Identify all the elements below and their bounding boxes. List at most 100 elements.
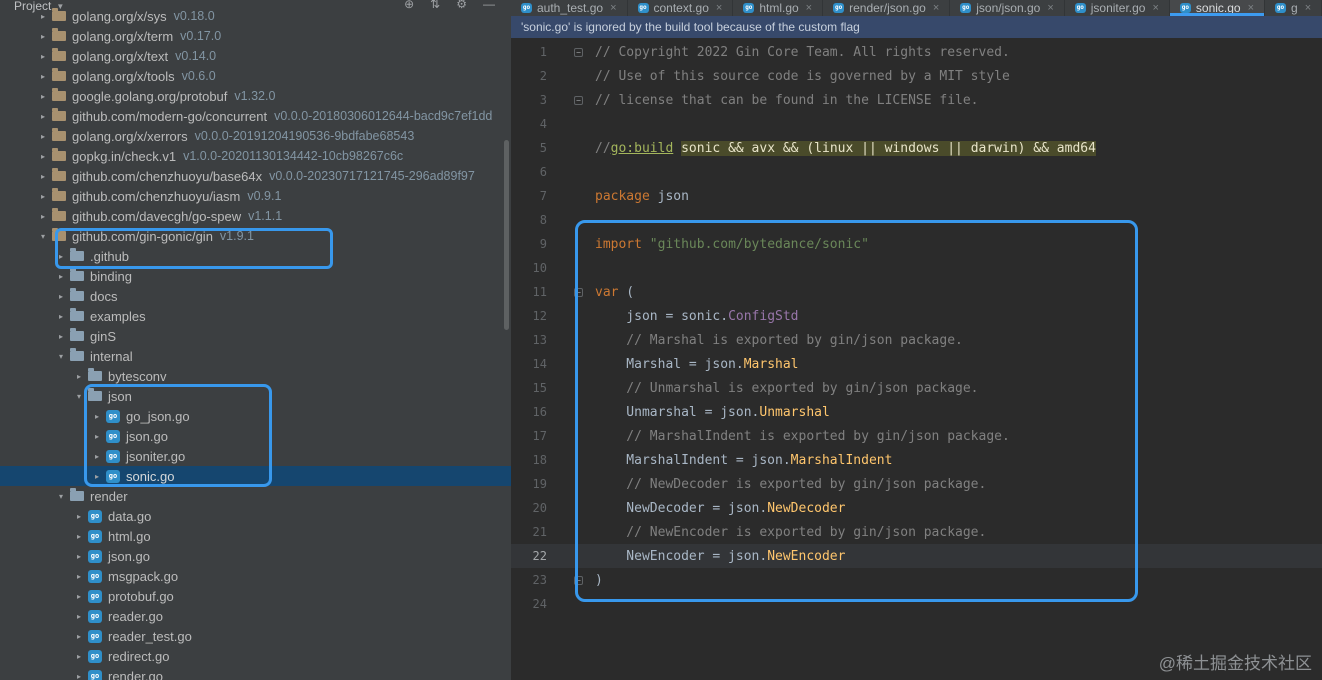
code-line-20[interactable]: 20 NewDecoder = json.NewDecoder bbox=[511, 496, 1322, 520]
chevron-right-icon[interactable]: ▸ bbox=[36, 132, 50, 141]
chevron-down-icon[interactable]: ▾ bbox=[54, 492, 68, 501]
tree-item-msgpack-go[interactable]: ▸ go msgpack.go bbox=[0, 566, 511, 586]
chevron-right-icon[interactable]: ▸ bbox=[36, 112, 50, 121]
tree-item-github-com-davecgh-go-spew[interactable]: ▸ github.com/davecgh/go-spew v1.1.1 bbox=[0, 206, 511, 226]
tree-item-github-com-modern-go-concurrent[interactable]: ▸ github.com/modern-go/concurrent v0.0.0-2… bbox=[0, 106, 511, 126]
code-line-23[interactable]: 23 −) bbox=[511, 568, 1322, 592]
chevron-right-icon[interactable]: ▸ bbox=[72, 672, 86, 680]
code-line-8[interactable]: 8 bbox=[511, 208, 1322, 232]
fold-icon[interactable]: − bbox=[574, 287, 583, 297]
fold-icon[interactable]: − bbox=[574, 575, 583, 585]
chevron-right-icon[interactable]: ▸ bbox=[36, 32, 50, 41]
line-number[interactable]: 14 bbox=[511, 357, 547, 371]
line-number[interactable]: 6 bbox=[511, 165, 547, 179]
chevron-right-icon[interactable]: ▸ bbox=[36, 212, 50, 221]
code-line-7[interactable]: 7 package json bbox=[511, 184, 1322, 208]
tree-item--github[interactable]: ▸ .github bbox=[0, 246, 511, 266]
chevron-right-icon[interactable]: ▸ bbox=[54, 312, 68, 321]
tree-item-render-go[interactable]: ▸ go render.go bbox=[0, 666, 511, 680]
chevron-right-icon[interactable]: ▸ bbox=[72, 532, 86, 541]
line-number[interactable]: 18 bbox=[511, 453, 547, 467]
code-line-6[interactable]: 6 bbox=[511, 160, 1322, 184]
settings-icon[interactable]: ⚙ bbox=[456, 0, 467, 11]
code-line-18[interactable]: 18 MarshalIndent = json.MarshalIndent bbox=[511, 448, 1322, 472]
tree-item-json-go[interactable]: ▸ go json.go bbox=[0, 546, 511, 566]
code-line-2[interactable]: 2 // Use of this source code is governed … bbox=[511, 64, 1322, 88]
line-number[interactable]: 21 bbox=[511, 525, 547, 539]
chevron-right-icon[interactable]: ▸ bbox=[36, 172, 50, 181]
chevron-right-icon[interactable]: ▸ bbox=[36, 92, 50, 101]
tree-item-redirect-go[interactable]: ▸ go redirect.go bbox=[0, 646, 511, 666]
collapse-all-icon[interactable]: ⇅ bbox=[430, 0, 440, 11]
line-number[interactable]: 7 bbox=[511, 189, 547, 203]
chevron-right-icon[interactable]: ▸ bbox=[72, 652, 86, 661]
tab-context-go[interactable]: go context.go × bbox=[628, 0, 734, 16]
line-number[interactable]: 15 bbox=[511, 381, 547, 395]
code-line-11[interactable]: 11 − var ( bbox=[511, 280, 1322, 304]
tab-render-json-go[interactable]: go render/json.go × bbox=[823, 0, 951, 16]
tree-item-internal[interactable]: ▾ internal bbox=[0, 346, 511, 366]
chevron-down-icon[interactable]: ▾ bbox=[54, 352, 68, 361]
tree-item-go-json-go[interactable]: ▸ go go_json.go bbox=[0, 406, 511, 426]
line-number[interactable]: 13 bbox=[511, 333, 547, 347]
fold-icon[interactable]: − bbox=[574, 95, 583, 105]
tree-item-json[interactable]: ▾ json bbox=[0, 386, 511, 406]
tree-item-sonic-go[interactable]: ▸ go sonic.go bbox=[0, 466, 511, 486]
chevron-right-icon[interactable]: ▸ bbox=[36, 192, 50, 201]
close-icon[interactable]: × bbox=[1248, 2, 1254, 14]
close-icon[interactable]: × bbox=[716, 2, 722, 14]
tree-item-golang-org-x-xerrors[interactable]: ▸ golang.org/x/xerrors v0.0.0-201912041905… bbox=[0, 126, 511, 146]
chevron-down-icon[interactable]: ▾ bbox=[72, 392, 86, 401]
chevron-right-icon[interactable]: ▸ bbox=[72, 572, 86, 581]
code-line-21[interactable]: 21 // NewEncoder is exported by gin/json… bbox=[511, 520, 1322, 544]
line-number[interactable]: 20 bbox=[511, 501, 547, 515]
line-number[interactable]: 17 bbox=[511, 429, 547, 443]
code-line-4[interactable]: 4 bbox=[511, 112, 1322, 136]
tree-item-protobuf-go[interactable]: ▸ go protobuf.go bbox=[0, 586, 511, 606]
chevron-right-icon[interactable]: ▸ bbox=[54, 292, 68, 301]
line-number[interactable]: 11 bbox=[511, 285, 547, 299]
tree-item-golang-org-x-tools[interactable]: ▸ golang.org/x/tools v0.6.0 bbox=[0, 66, 511, 86]
line-number[interactable]: 12 bbox=[511, 309, 547, 323]
close-icon[interactable]: × bbox=[806, 2, 812, 14]
tree-item-binding[interactable]: ▸ binding bbox=[0, 266, 511, 286]
chevron-right-icon[interactable]: ▸ bbox=[36, 152, 50, 161]
line-number[interactable]: 24 bbox=[511, 597, 547, 611]
code-line-19[interactable]: 19 // NewDecoder is exported by gin/json… bbox=[511, 472, 1322, 496]
tree-item-reader-test-go[interactable]: ▸ go reader_test.go bbox=[0, 626, 511, 646]
chevron-right-icon[interactable]: ▸ bbox=[72, 512, 86, 521]
chevron-right-icon[interactable]: ▸ bbox=[90, 472, 104, 481]
tree-item-html-go[interactable]: ▸ go html.go bbox=[0, 526, 511, 546]
tab-html-go[interactable]: go html.go × bbox=[733, 0, 824, 16]
code-line-1[interactable]: 1 − // Copyright 2022 Gin Core Team. All r… bbox=[511, 40, 1322, 64]
chevron-right-icon[interactable]: ▸ bbox=[90, 452, 104, 461]
line-number[interactable]: 2 bbox=[511, 69, 547, 83]
code-editor[interactable]: 1 − // Copyright 2022 Gin Core Team. All r… bbox=[511, 38, 1322, 680]
line-number[interactable]: 16 bbox=[511, 405, 547, 419]
close-icon[interactable]: × bbox=[610, 2, 616, 14]
tree-item-github-com-chenzhuoyu-base64x[interactable]: ▸ github.com/chenzhuoyu/base64x v0.0.0-202… bbox=[0, 166, 511, 186]
line-number[interactable]: 22 bbox=[511, 549, 547, 563]
code-line-22[interactable]: 22 NewEncoder = json.NewEncoder bbox=[511, 544, 1322, 568]
tree-item-data-go[interactable]: ▸ go data.go bbox=[0, 506, 511, 526]
code-line-13[interactable]: 13 // Marshal is exported by gin/json pa… bbox=[511, 328, 1322, 352]
tree-item-github-com-gin-gonic-gin[interactable]: ▾ github.com/gin-gonic/gin v1.9.1 bbox=[0, 226, 511, 246]
tree-item-gopkg-in-check-v1[interactable]: ▸ gopkg.in/check.v1 v1.0.0-20201130134442-… bbox=[0, 146, 511, 166]
chevron-right-icon[interactable]: ▸ bbox=[72, 372, 86, 381]
tree-item-examples[interactable]: ▸ examples bbox=[0, 306, 511, 326]
tree-item-github-com-chenzhuoyu-iasm[interactable]: ▸ github.com/chenzhuoyu/iasm v0.9.1 bbox=[0, 186, 511, 206]
code-line-5[interactable]: 5 //go:build sonic && avx && (linux || wi… bbox=[511, 136, 1322, 160]
tab-jsoniter-go[interactable]: go jsoniter.go × bbox=[1065, 0, 1170, 16]
tree-item-golang-org-x-term[interactable]: ▸ golang.org/x/term v0.17.0 bbox=[0, 26, 511, 46]
chevron-right-icon[interactable]: ▸ bbox=[54, 252, 68, 261]
code-line-10[interactable]: 10 bbox=[511, 256, 1322, 280]
tree-item-reader-go[interactable]: ▸ go reader.go bbox=[0, 606, 511, 626]
tree-item-google-golang-org-protobuf[interactable]: ▸ google.golang.org/protobuf v1.32.0 bbox=[0, 86, 511, 106]
chevron-right-icon[interactable]: ▸ bbox=[90, 412, 104, 421]
chevron-right-icon[interactable]: ▸ bbox=[72, 552, 86, 561]
code-line-3[interactable]: 3 − // license that can be found in the LI… bbox=[511, 88, 1322, 112]
close-icon[interactable]: × bbox=[933, 2, 939, 14]
line-number[interactable]: 9 bbox=[511, 237, 547, 251]
code-line-9[interactable]: 9 import "github.com/bytedance/sonic" bbox=[511, 232, 1322, 256]
line-number[interactable]: 5 bbox=[511, 141, 547, 155]
